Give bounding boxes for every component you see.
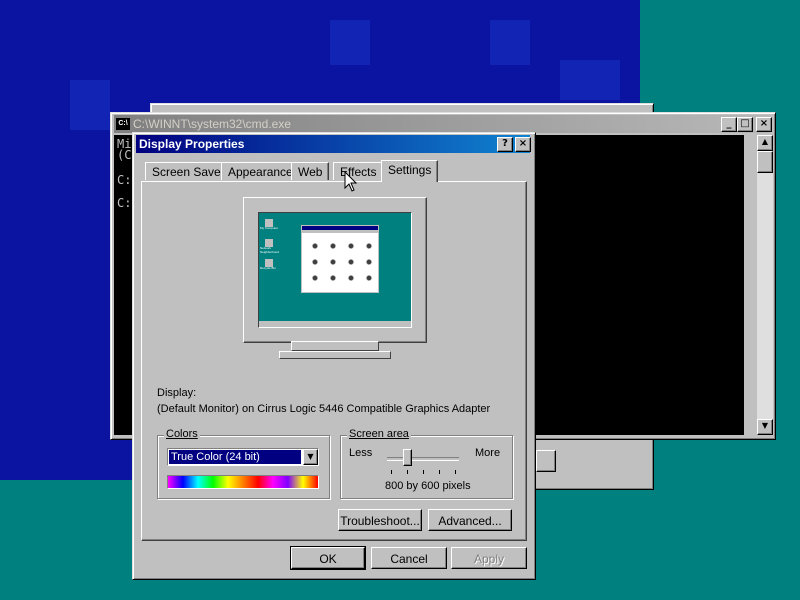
desktop-pattern — [70, 80, 110, 130]
preview-window-menubar — [302, 230, 378, 233]
display-label: Display: — [157, 387, 197, 399]
cmd-scrollbar[interactable]: ▲ ▼ — [757, 135, 773, 435]
monitor-screen: My Computer Network Neighborhood Recycle… — [258, 212, 412, 328]
colors-legend: Colors — [164, 428, 200, 440]
background-window-button — [536, 450, 556, 472]
scroll-thumb[interactable] — [757, 151, 773, 173]
tab-screen-saver[interactable]: Screen Saver — [145, 162, 232, 180]
apply-button[interactable]: Apply — [451, 547, 527, 569]
scroll-up-button[interactable]: ▲ — [757, 135, 773, 151]
ok-button[interactable]: OK — [290, 546, 366, 570]
close-button[interactable]: × — [756, 117, 772, 132]
cmd-titlebar[interactable]: C:\ C:\WINNT\system32\cmd.exe — [114, 115, 770, 133]
tab-settings[interactable]: Settings — [381, 160, 439, 182]
cmd-line: C: — [117, 173, 132, 187]
preview-icon-label: My Computer — [260, 226, 279, 230]
preview-window-icons — [306, 238, 374, 288]
screen-area-legend-text: Screen area — [349, 428, 409, 440]
dialog-close-button[interactable]: × — [515, 137, 531, 152]
preview-window — [301, 225, 379, 293]
desktop-pattern — [490, 20, 530, 65]
colors-group: Colors True Color (24 bit) ▼ — [157, 428, 330, 499]
minimize-button[interactable]: _ — [721, 117, 737, 132]
cmd-line: (C — [117, 148, 132, 162]
display-properties-dialog[interactable]: Display Properties ? × Screen Saver Appe… — [132, 132, 536, 580]
monitor-bezel: My Computer Network Neighborhood Recycle… — [243, 197, 427, 343]
monitor-stand — [291, 341, 379, 351]
display-value: (Default Monitor) on Cirrus Logic 5446 C… — [157, 403, 491, 415]
scroll-down-button[interactable]: ▼ — [757, 419, 773, 435]
cmd-icon: C:\ — [116, 118, 130, 130]
preview-taskbar — [259, 321, 411, 327]
cancel-button[interactable]: Cancel — [371, 547, 447, 569]
dialog-title: Display Properties — [139, 137, 245, 151]
colors-dropdown[interactable]: True Color (24 bit) ▼ — [167, 448, 319, 466]
tab-web[interactable]: Web — [291, 162, 330, 180]
colors-selected-value: True Color (24 bit) — [169, 450, 301, 464]
slider-thumb[interactable] — [403, 449, 412, 466]
color-spectrum-bar — [167, 475, 319, 489]
chevron-down-icon[interactable]: ▼ — [303, 449, 318, 465]
maximize-button[interactable]: □ — [737, 117, 753, 132]
tab-effects[interactable]: Effects — [333, 162, 384, 180]
desktop-pattern — [560, 60, 620, 100]
slider-more-label: More — [475, 447, 501, 459]
mouse-cursor-icon — [344, 171, 358, 192]
cmd-line: C: — [117, 196, 132, 210]
desktop-pattern — [330, 20, 370, 65]
slider-track — [387, 457, 459, 461]
monitor-preview: My Computer Network Neighborhood Recycle… — [243, 197, 427, 359]
tab-appearance[interactable]: Appearance — [221, 162, 300, 180]
screen-area-value: 800 by 600 pixels — [385, 480, 471, 492]
screen-area-slider[interactable] — [387, 449, 459, 480]
slider-ticks — [391, 470, 457, 474]
settings-panel: My Computer Network Neighborhood Recycle… — [141, 181, 527, 541]
screen-area-legend: Screen area — [347, 428, 411, 440]
colors-legend-text: Colors — [166, 428, 198, 440]
dialog-titlebar[interactable]: Display Properties — [136, 135, 530, 153]
help-button[interactable]: ? — [497, 137, 513, 152]
preview-icon-label: Network Neighborhood — [260, 246, 279, 254]
slider-less-label: Less — [349, 447, 373, 459]
monitor-base — [279, 351, 391, 359]
advanced-button[interactable]: Advanced... — [428, 509, 512, 531]
screen-area-group: Screen area Less More 800 by 600 pixels — [340, 428, 513, 499]
troubleshoot-button[interactable]: Troubleshoot... — [338, 509, 422, 531]
preview-icon-label: Recycle Bin — [260, 266, 276, 270]
cmd-title: C:\WINNT\system32\cmd.exe — [133, 117, 292, 131]
